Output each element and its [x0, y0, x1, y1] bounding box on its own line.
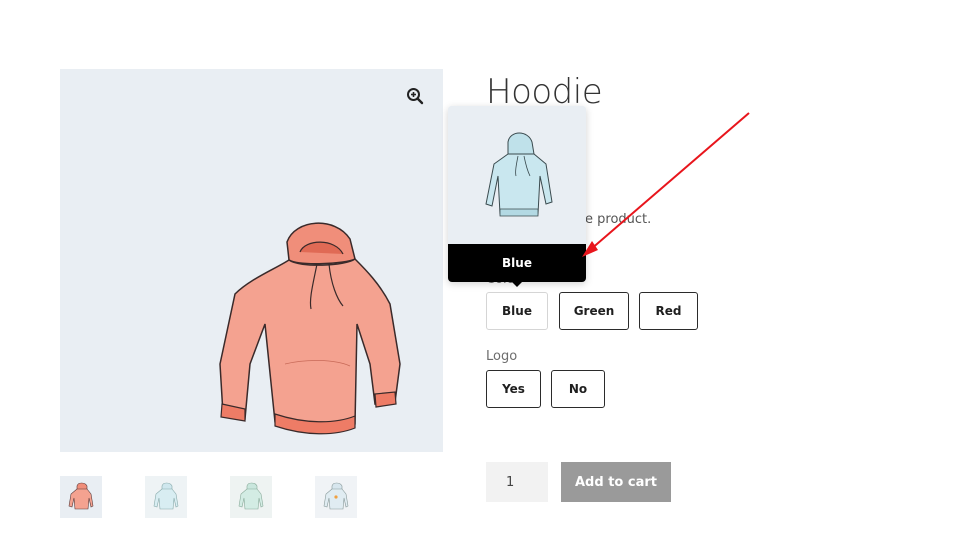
product-main-image[interactable] [60, 69, 443, 452]
swatch-tooltip: Blue [448, 106, 586, 287]
product-description: e product. [585, 212, 652, 227]
logo-option-yes[interactable]: Yes [486, 370, 541, 408]
thumbnail-blue-logo-hoodie[interactable] [315, 476, 357, 518]
logo-option-no[interactable]: No [551, 370, 605, 408]
zoom-in-icon[interactable] [405, 86, 425, 106]
thumbnail-blue-hoodie[interactable] [145, 476, 187, 518]
add-to-cart-button[interactable]: Add to cart [561, 462, 671, 502]
thumbnail-green-hoodie[interactable] [230, 476, 272, 518]
tooltip-preview-image [448, 106, 586, 244]
hoodie-blue-image [485, 132, 553, 217]
color-option-green[interactable]: Green [559, 292, 629, 330]
product-page: Hoodie e product. Color Blue Green Red L… [0, 0, 979, 538]
hoodie-red-image [219, 222, 401, 435]
tooltip-label: Blue [448, 244, 586, 282]
color-option-red[interactable]: Red [639, 292, 698, 330]
tooltip-pointer [511, 281, 523, 287]
thumbnail-red-hoodie[interactable] [60, 476, 102, 518]
logo-attribute-label: Logo [486, 349, 518, 364]
color-option-blue[interactable]: Blue [486, 292, 548, 330]
quantity-input[interactable] [486, 462, 548, 502]
